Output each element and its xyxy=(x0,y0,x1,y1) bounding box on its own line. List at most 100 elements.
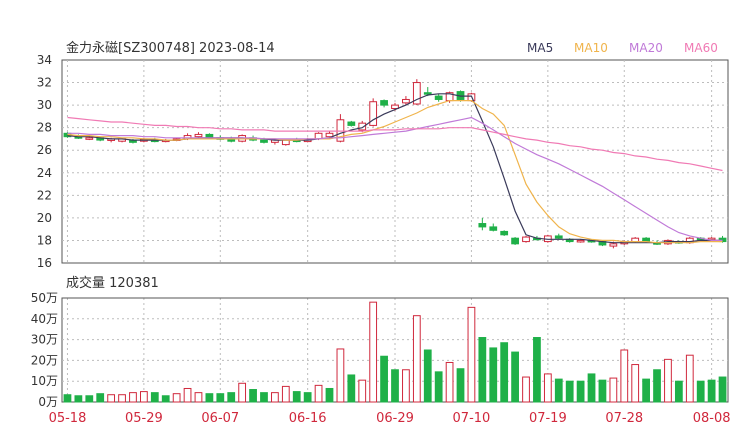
date-tick-label: 05-29 xyxy=(125,411,163,426)
volume-bar xyxy=(271,392,279,403)
volume-bar xyxy=(205,393,214,403)
volume-bar xyxy=(402,369,410,403)
volume-bar xyxy=(587,373,596,403)
legend-ma5: MA5 xyxy=(527,41,553,55)
price-tick-label: 22 xyxy=(37,188,52,202)
volume-bar xyxy=(183,387,192,403)
candle-body xyxy=(423,92,432,95)
candle-body xyxy=(609,243,618,247)
volume-bar xyxy=(718,376,727,403)
volume-bar xyxy=(292,391,301,403)
volume-bar xyxy=(522,376,530,403)
candle-body xyxy=(511,237,519,245)
volume-tick-label: 10万 xyxy=(31,374,58,388)
volume-bar xyxy=(369,301,378,403)
volume-panel: 05-18 05-29 06-07 06-16 06-29 07-10 07-19 07-28… xyxy=(31,291,731,426)
price-tick-label: 32 xyxy=(37,76,52,90)
price-tick-label: 24 xyxy=(37,166,52,180)
candle-body xyxy=(85,137,94,140)
volume-bar xyxy=(96,393,105,403)
volume-bar xyxy=(642,378,650,403)
volume-bar xyxy=(118,394,126,403)
volume-bar xyxy=(445,361,454,403)
volume-bar xyxy=(500,342,509,403)
volume-tick-label: 20万 xyxy=(31,353,58,367)
volume-bar xyxy=(140,391,148,403)
volume-bar xyxy=(227,392,236,403)
legend-ma60: MA60 xyxy=(684,41,718,55)
volume-tick-label: 30万 xyxy=(31,333,58,347)
legend-ma20: MA20 xyxy=(629,41,663,55)
volume-bar xyxy=(554,378,563,403)
volume-bar xyxy=(631,364,640,403)
date-tick-label: 05-18 xyxy=(49,411,87,426)
candle-body xyxy=(500,230,509,236)
chart-canvas: 金力永磁[SZ300748] 2023-08-14 MA5 MA10 MA20 … xyxy=(31,40,731,426)
volume-bar xyxy=(423,349,432,403)
volume-bar xyxy=(576,380,585,403)
volume-bar xyxy=(707,379,716,403)
volume-bar xyxy=(533,337,541,403)
volume-bar xyxy=(336,348,345,403)
price-tick-label: 20 xyxy=(37,211,52,225)
chart-title: 金力永磁[SZ300748] 2023-08-14 xyxy=(66,40,275,56)
candle-body xyxy=(489,226,498,231)
volume-bar xyxy=(543,373,552,403)
volume-bar xyxy=(249,389,257,403)
volume-bar xyxy=(467,306,476,403)
volume-bar xyxy=(391,369,399,403)
date-tick-label: 07-10 xyxy=(453,411,491,426)
volume-tick-label: 50万 xyxy=(31,291,58,305)
candle-body xyxy=(260,139,268,143)
date-tick-label: 06-29 xyxy=(376,411,414,426)
candle-body xyxy=(554,235,563,239)
candle-body xyxy=(478,223,487,228)
volume-bar xyxy=(85,395,94,403)
volume-bar xyxy=(598,379,607,403)
volume-bar xyxy=(478,337,487,403)
volume-bar xyxy=(303,392,312,403)
candle-body xyxy=(402,98,410,104)
volume-bar xyxy=(620,349,629,403)
volume-bar xyxy=(74,395,83,403)
volume-bar xyxy=(260,392,268,403)
volume-bar xyxy=(194,392,203,403)
volume-bar xyxy=(107,394,116,403)
volume-bar xyxy=(674,380,683,403)
volume-bar xyxy=(150,392,159,403)
candle-body xyxy=(522,236,530,243)
date-tick-label: 06-16 xyxy=(289,411,327,426)
volume-bar xyxy=(238,382,247,403)
volume-bar xyxy=(565,380,574,403)
volume-bar xyxy=(653,369,661,403)
price-panel: 16 18 20 22 24 26 28 30 32 34 xyxy=(37,53,729,270)
volume-bar xyxy=(412,315,421,403)
candle-body xyxy=(380,100,388,106)
volume-bar xyxy=(161,395,170,403)
volume-bar xyxy=(456,368,465,403)
volume-bar xyxy=(172,393,181,403)
candle-body xyxy=(434,95,443,100)
volume-bar xyxy=(347,374,356,403)
price-tick-label: 30 xyxy=(37,98,52,112)
volume-bar xyxy=(129,392,137,403)
volume-bar xyxy=(696,380,705,403)
candle-body xyxy=(194,133,203,138)
volume-bar xyxy=(609,377,618,403)
volume-bar xyxy=(489,347,498,403)
volume-bar xyxy=(281,385,290,403)
volume-label: 成交量 120381 xyxy=(66,275,159,291)
volume-bar xyxy=(325,387,334,403)
volume-tick-label: 0万 xyxy=(38,395,58,409)
price-tick-label: 26 xyxy=(37,143,52,157)
volume-bar xyxy=(511,351,519,403)
date-tick-label: 07-19 xyxy=(529,411,567,426)
price-tick-label: 18 xyxy=(37,233,52,247)
date-tick-label: 08-08 xyxy=(693,411,731,426)
volume-bar xyxy=(380,355,388,403)
date-tick-label: 07-28 xyxy=(605,411,643,426)
candle-body xyxy=(281,139,290,146)
volume-bar xyxy=(314,384,323,403)
candle-body xyxy=(576,239,585,243)
candle-body xyxy=(347,121,356,126)
